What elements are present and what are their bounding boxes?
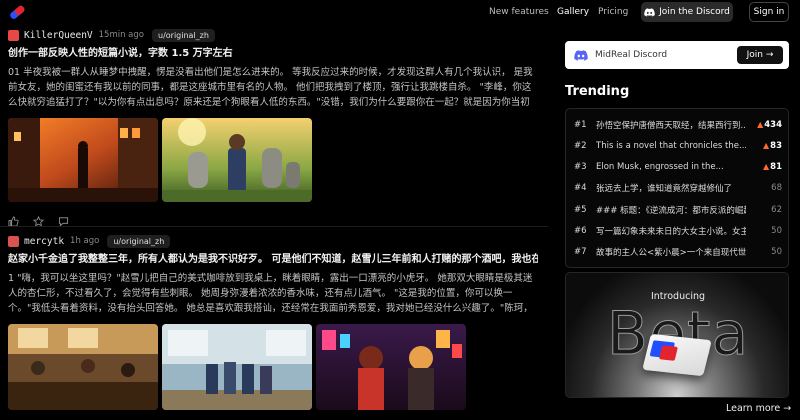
trending-rank: #3	[574, 162, 587, 172]
trending-title: This is a novel that chronicles the...	[596, 141, 746, 151]
join-discord-label: Join the Discord	[659, 7, 730, 17]
trending-score: 50	[771, 247, 782, 257]
top-nav: New features Gallery Pricing Join the Di…	[0, 0, 800, 26]
trending-rank: #4	[574, 183, 587, 193]
category-tag[interactable]: u/original_zh	[107, 234, 171, 248]
like-icon[interactable]	[8, 212, 19, 226]
trending-title: Elon Musk, engrossed in the...	[596, 162, 724, 172]
trending-item[interactable]: #1 孙悟空保护唐僧西天取经，结果西行到... ▲434	[566, 115, 790, 135]
comment-icon[interactable]	[58, 212, 69, 227]
trending-score: ▲434	[757, 120, 782, 130]
trending-score: ▲83	[763, 141, 782, 151]
post-card[interactable]: KillerQueenV 15min ago u/original_zh 创作一…	[8, 26, 538, 227]
flame-icon: ▲	[757, 120, 764, 129]
learn-more-link[interactable]: Learn more →	[726, 403, 791, 414]
sign-in-button[interactable]: Sign in	[749, 2, 789, 22]
trending-item[interactable]: #7 故事的主人公<紫小晨>一个来自现代世界... 50	[566, 242, 790, 262]
post-time: 1h ago	[70, 236, 100, 246]
flame-icon: ▲	[763, 162, 770, 171]
discord-icon	[644, 7, 655, 16]
trending-rank: #6	[574, 226, 587, 236]
trending-title: 故事的主人公<紫小晨>一个来自现代世界...	[596, 248, 746, 258]
post-images	[8, 324, 538, 410]
post-excerpt: 1 "嗨，我可以坐这里吗？"赵雪儿把自己的美式咖啡放到我桌上，眯着眼睛，露出一口…	[8, 273, 533, 314]
nav-pricing[interactable]: Pricing	[598, 7, 628, 17]
trending-item[interactable]: #5 ### 标题：《逆流成河：都市反派的崛起... 62	[566, 200, 790, 220]
trending-score: ▲81	[763, 162, 782, 172]
nav-new-features[interactable]: New features	[489, 7, 549, 17]
nav-gallery[interactable]: Gallery	[557, 7, 589, 17]
trending-item[interactable]: #3 Elon Musk, engrossed in the... ▲81	[566, 157, 790, 177]
username[interactable]: mercytk	[24, 236, 64, 247]
trending-rank: #2	[574, 141, 587, 151]
trending-score: 62	[771, 205, 782, 215]
category-tag[interactable]: u/original_zh	[152, 28, 215, 42]
discord-name: MidReal Discord	[595, 50, 668, 60]
trending-rank: #7	[574, 247, 587, 257]
post-meta: mercytk 1h ago u/original_zh	[8, 232, 538, 250]
post-title[interactable]: 赵家小千金追了我整整三年，所有人都认为是我不识好歹。 可是他们不知道，赵雪儿三年…	[8, 253, 538, 266]
join-discord-button[interactable]: Join the Discord	[641, 2, 733, 22]
trending-item[interactable]: #4 张远去上学，谁知道竟然穿越修仙了 68	[566, 178, 790, 198]
trending-item[interactable]: #6 写一篇幻象未来未日的大女主小说。女主... 50	[566, 221, 790, 241]
post-meta: KillerQueenV 15min ago u/original_zh	[8, 26, 538, 44]
trending-list: #1 孙悟空保护唐僧西天取经，结果西行到... ▲434 #2 This is …	[565, 108, 789, 268]
post-image[interactable]	[8, 324, 158, 410]
avatar[interactable]	[8, 235, 19, 247]
post-image[interactable]	[316, 324, 466, 410]
username[interactable]: KillerQueenV	[24, 30, 93, 41]
discord-icon	[574, 50, 588, 61]
trending-title: ### 标题：《逆流成河：都市反派的崛起...	[596, 206, 746, 216]
post-actions	[8, 211, 538, 227]
post-title[interactable]: 创作一部反映人性的短篇小说，字数 1.5 万字左右	[8, 47, 538, 60]
post-image[interactable]	[162, 118, 312, 202]
post-image[interactable]	[162, 324, 312, 410]
trending-title: 写一篇幻象未来未日的大女主小说。女主...	[596, 227, 746, 237]
trending-rank: #1	[574, 120, 587, 130]
flame-icon: ▲	[763, 141, 770, 150]
star-icon[interactable]	[32, 212, 45, 226]
trending-score: 68	[771, 183, 782, 193]
trending-title: 孙悟空保护唐僧西天取经，结果西行到...	[596, 121, 746, 131]
trending-rank: #5	[574, 205, 587, 215]
trending-score: 50	[771, 226, 782, 236]
trending-heading: Trending	[565, 84, 630, 99]
post-time: 15min ago	[98, 30, 144, 40]
discord-join-button[interactable]: Join →	[737, 46, 783, 64]
trending-title: 张远去上学，谁知道竟然穿越修仙了	[596, 184, 733, 194]
post-divider	[0, 226, 548, 227]
avatar[interactable]	[8, 29, 19, 41]
beta-promo-card[interactable]: Introducing Beta	[565, 272, 789, 398]
beta-device-graphic	[642, 333, 712, 377]
post-card[interactable]: mercytk 1h ago u/original_zh 赵家小千金追了我整整三…	[8, 232, 538, 410]
post-image[interactable]	[8, 118, 158, 202]
midreal-logo[interactable]	[8, 3, 26, 21]
discord-card[interactable]: MidReal Discord Join →	[565, 41, 789, 69]
trending-item[interactable]: #2 This is a novel that chronicles the..…	[566, 136, 790, 156]
post-excerpt: 01 半夜我被一群人从睡梦中拽醒，愣是没看出他们是怎么进来的。 等我反应过来的时…	[8, 67, 533, 108]
post-images	[8, 118, 538, 202]
